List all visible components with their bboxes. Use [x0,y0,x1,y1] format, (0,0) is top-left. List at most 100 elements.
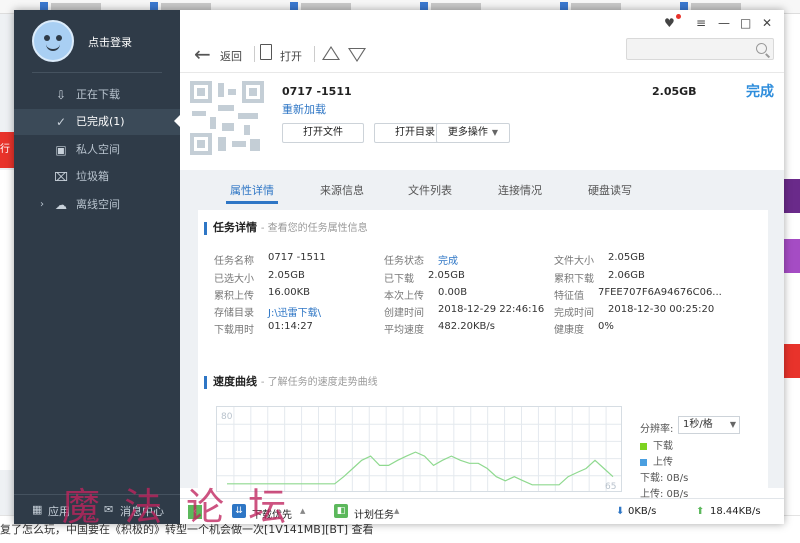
move-down-icon[interactable] [348,48,366,62]
download-speed-readout: 下载: 0B/s [640,473,689,484]
properties-panel: 任务详情 - 查看您的任务属性信息 任务名称 0717 -1511 任务状态 完… [198,210,768,500]
sidebar-item-offline[interactable]: › ☁ 离线空间 [14,192,180,218]
prop-value: 2018-12-29 22:46:16 [438,304,545,315]
section-title: 速度曲线 [213,375,257,388]
close-icon[interactable]: ✕ [762,16,772,30]
y-tick-label: 80 [221,412,233,422]
sidebar-footer: ▦ 应用 ✉ 消息中心 [14,494,180,524]
download-icon: ⇩ [55,88,67,102]
speed-chart-svg: 80 65 [217,407,621,491]
active-tab-indicator [226,201,278,204]
sidebar-item-trash[interactable]: ⌧ 垃圾箱 [14,164,180,190]
check-circle-icon: ✓ [55,115,67,129]
chevron-down-icon[interactable]: ▲ [394,507,399,515]
legend-upload: 上传 [640,453,673,468]
prop-label: 平均速度 [384,325,424,336]
background-right-ad [784,344,800,378]
tab-files[interactable]: 文件列表 [408,182,452,198]
sidebar-item-completed[interactable]: ✓ 已完成(1) [14,109,180,135]
trash-icon: ⌧ [54,170,68,184]
chevron-down-icon[interactable]: ▲ [300,507,305,515]
schedule-icon[interactable]: ◧ [334,504,348,518]
sidebar-item-downloading[interactable]: ⇩ 正在下载 [14,82,180,108]
storage-path-link[interactable]: J:\迅雷下载\ [268,304,321,319]
task-detail-area: 属性详情 来源信息 文件列表 连接情况 硬盘读写 任务详情 - 查看您的任务属性… [180,170,784,500]
prop-value: 16.00KB [268,287,311,298]
message-center-label[interactable]: 消息中心 [120,503,164,519]
legend-swatch [640,442,647,450]
search-icon[interactable] [756,43,767,54]
upload-arrow-icon: ⬆ [696,506,705,517]
login-link[interactable]: 点击登录 [88,34,132,50]
task-row[interactable]: 0717 -1511 重新加载 2.05GB 完成 打开文件 打开目录 更多操作… [180,72,784,170]
sidebar-divider [32,72,162,73]
open-button[interactable]: 打开 [280,48,302,64]
prop-value: 0717 -1511 [268,252,326,263]
cloud-icon: ☁ [55,198,67,212]
prop-label: 下载用时 [214,325,254,336]
total-upload-speed: 18.44KB/s [710,506,761,517]
back-button[interactable]: 返回 [220,48,242,64]
background-right-strip [784,14,800,524]
scheduled-tasks-button[interactable]: 计划任务 [354,506,394,521]
tab-disk-io[interactable]: 硬盘读写 [588,182,632,198]
apps-icon[interactable]: ▦ [32,503,42,516]
tab-connections[interactable]: 连接情况 [498,182,542,198]
total-download-speed: 0KB/s [628,506,657,517]
task-size: 2.05GB [652,85,697,98]
menu-icon[interactable]: ≡ [696,16,706,30]
prop-value: 2.06GB [608,270,645,281]
status-bar: ‹ ⇊ 下载优先 ▲ ◧ 计划任务 ▲ ⬇ 0KB/s ⬆ 18.44KB/s [180,498,784,524]
prop-label: 创建时间 [384,308,424,319]
prop-label: 已选大小 [214,274,254,285]
prop-label: 任务状态 [384,256,424,267]
more-actions-label: 更多操作 [447,127,488,138]
sidebar-item-private[interactable]: ▣ 私人空间 [14,137,180,163]
tab-source[interactable]: 来源信息 [320,182,364,198]
background-left-strip [0,170,14,470]
message-icon[interactable]: ✉ [104,503,113,516]
open-file-button[interactable]: 打开文件 [282,123,364,143]
sidebar: 点击登录 ⇩ 正在下载 ✓ 已完成(1) ▣ 私人空间 ⌧ 垃圾箱 › ☁ 离线… [14,10,180,524]
chevron-down-icon: ▼ [729,420,736,429]
minimize-icon[interactable]: — [718,16,730,30]
legend-label: 下载 [653,441,673,452]
qr-code-thumbnail [188,79,266,157]
background-right-ad [784,179,800,213]
lock-icon: ▣ [55,143,67,157]
prop-label: 完成时间 [554,308,594,319]
collapse-icon[interactable]: ‹ [188,505,202,519]
prop-value: 0.00B [438,287,468,298]
resolution-select[interactable]: 1秒/格 ▼ [678,416,740,434]
prop-value: 482.20KB/s [438,321,495,332]
chevron-down-icon: ▼ [491,128,499,137]
reload-link[interactable]: 重新加载 [282,101,326,117]
avatar[interactable] [32,20,74,62]
prop-value: 2.05GB [268,270,305,281]
search-box[interactable] [626,38,774,60]
move-up-icon[interactable] [322,46,340,60]
skin-icon[interactable]: ♥ [664,16,675,30]
legend-label: 上传 [653,457,673,468]
sidebar-item-label: 正在下载 [76,88,120,101]
back-arrow-icon[interactable]: ← [194,42,211,66]
prop-value: 01:14:27 [268,321,313,332]
prop-value: 2.05GB [428,270,465,281]
section-subtitle: - 了解任务的速度走势曲线 [260,377,378,388]
legend-swatch [640,458,647,466]
toolbar-divider [314,46,315,62]
prop-value: 7FEE707F6A94676C06... [598,287,722,298]
sidebar-item-label: 私人空间 [76,143,120,156]
prop-label: 特征值 [554,291,584,302]
tab-properties[interactable]: 属性详情 [230,182,274,198]
open-file-icon[interactable] [260,44,272,60]
chevron-right-icon[interactable]: › [40,192,44,218]
priority-icon[interactable]: ⇊ [232,504,246,518]
background-right-ad [784,239,800,273]
download-priority-button[interactable]: 下载优先 [252,506,292,521]
maximize-icon[interactable]: □ [740,16,751,30]
more-actions-button[interactable]: 更多操作 ▼ [436,123,510,143]
speed-curve-heading: 速度曲线 - 了解任务的速度走势曲线 [204,376,378,389]
search-input[interactable] [631,41,749,57]
apps-label[interactable]: 应用 [48,503,70,519]
